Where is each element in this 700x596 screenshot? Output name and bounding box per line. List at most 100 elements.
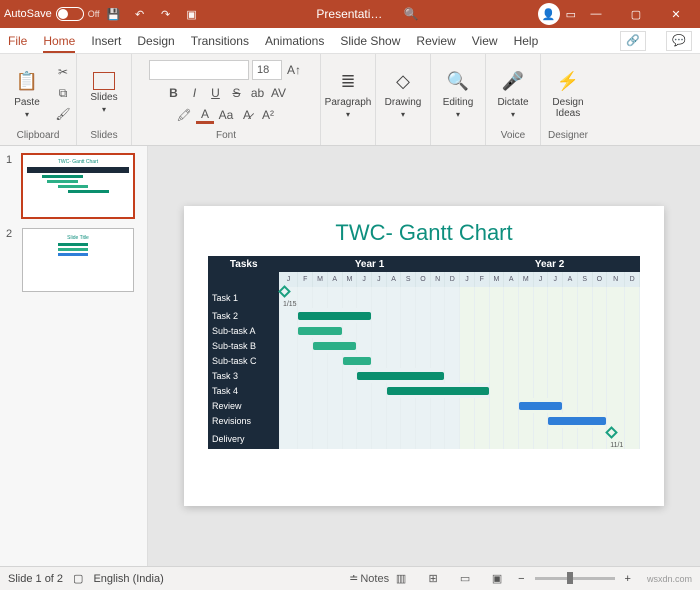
col-year1: Year 1 <box>279 256 459 272</box>
group-editing: 🔍 Editing▾ <box>431 54 486 145</box>
font-color-icon[interactable]: A <box>196 106 214 124</box>
gantt-row-label: Task 2 <box>208 308 279 323</box>
shadow-button[interactable]: ab <box>249 84 267 102</box>
group-label-clipboard: Clipboard <box>4 130 72 141</box>
undo-icon[interactable]: ↶ <box>128 3 152 25</box>
highlight-icon[interactable]: 🖍 <box>175 106 193 124</box>
window-title: Presentati… 🔍 <box>204 7 532 21</box>
gantt-row-label: Delivery <box>208 428 279 449</box>
gantt-row-label: Sub-task A <box>208 323 279 338</box>
reading-view-icon[interactable]: ▭ <box>454 570 476 588</box>
group-drawing: ◇ Drawing▾ <box>376 54 431 145</box>
find-icon: 🔍 <box>444 67 472 95</box>
tab-review[interactable]: Review <box>416 30 455 52</box>
save-icon[interactable]: 💾 <box>102 3 126 25</box>
tab-insert[interactable]: Insert <box>91 30 121 52</box>
slide-title: TWC- Gantt Chart <box>208 220 640 246</box>
font-size-input[interactable] <box>252 60 282 80</box>
tab-transitions[interactable]: Transitions <box>191 30 249 52</box>
shapes-icon: ◇ <box>389 67 417 95</box>
slide-thumb-2[interactable]: Slide Title <box>22 228 134 292</box>
slide-thumbnails: 1 TWC- Gantt Chart 2 Slide Title <box>0 146 148 566</box>
autosave-pill[interactable] <box>56 7 84 21</box>
minimize-button[interactable]: — <box>576 0 616 28</box>
dictate-button[interactable]: 🎤 Dictate▾ <box>490 61 536 125</box>
autosave-toggle[interactable]: AutoSave Off <box>4 7 100 21</box>
group-label-slides: Slides <box>81 130 127 141</box>
paste-button[interactable]: 📋 Paste ▾ <box>4 61 50 125</box>
group-voice: 🎤 Dictate▾ Voice <box>486 54 541 145</box>
paragraph-icon: ≣ <box>334 67 362 95</box>
slide-thumb-1[interactable]: TWC- Gantt Chart <box>22 154 134 218</box>
sorter-view-icon[interactable]: ⊞ <box>422 570 444 588</box>
gantt-row-label: Review <box>208 398 279 413</box>
editing-button[interactable]: 🔍 Editing▾ <box>435 61 481 125</box>
normal-view-icon[interactable]: ▥ <box>390 570 412 588</box>
cut-icon[interactable]: ✂ <box>54 63 72 81</box>
account-icon[interactable]: 👤 <box>538 3 560 25</box>
slideshow-view-icon[interactable]: ▣ <box>486 570 508 588</box>
ribbon: 📋 Paste ▾ ✂ ⧉ 🖌 Clipboard Slides ▾ Slide… <box>0 54 700 146</box>
clear-format-icon[interactable]: A̷ <box>238 106 256 124</box>
redo-icon[interactable]: ↷ <box>154 3 178 25</box>
tab-file[interactable]: File <box>8 30 27 52</box>
underline-button[interactable]: U <box>207 84 225 102</box>
autosave-state: Off <box>88 9 100 19</box>
format-painter-icon[interactable]: 🖌 <box>54 105 72 123</box>
start-slideshow-icon[interactable]: ▣ <box>180 3 204 25</box>
tab-help[interactable]: Help <box>514 30 539 52</box>
ribbon-display-icon[interactable]: ▭ <box>566 8 576 21</box>
mic-icon: 🎤 <box>499 67 527 95</box>
change-case-icon[interactable]: Aa <box>217 106 235 124</box>
notes-button[interactable]: ≐Notes <box>358 570 380 588</box>
tab-slideshow[interactable]: Slide Show <box>340 30 400 52</box>
maximize-button[interactable]: ▢ <box>616 0 656 28</box>
accessibility-icon[interactable]: ▢ <box>73 572 83 585</box>
strike-button[interactable]: S <box>228 84 246 102</box>
tab-home[interactable]: Home <box>43 30 75 52</box>
italic-button[interactable]: I <box>186 84 204 102</box>
comments-button[interactable]: 💬 <box>666 31 692 51</box>
zoom-out-button[interactable]: − <box>518 573 524 585</box>
grow-font-icon[interactable]: A↑ <box>285 61 303 79</box>
gantt-row-label: Sub-task B <box>208 338 279 353</box>
thumb-number-1: 1 <box>6 154 18 218</box>
tab-view[interactable]: View <box>472 30 498 52</box>
superscript-icon[interactable]: A² <box>259 106 277 124</box>
quick-access-toolbar: AutoSave Off 💾 ↶ ↷ ▣ <box>4 3 204 25</box>
status-bar: Slide 1 of 2 ▢ English (India) ≐Notes ▥ … <box>0 566 700 590</box>
slides-icon <box>93 72 115 90</box>
design-ideas-button[interactable]: ⚡ Design Ideas <box>545 61 591 125</box>
chevron-down-icon: ▾ <box>25 110 29 119</box>
search-icon[interactable]: 🔍 <box>404 7 419 21</box>
zoom-slider[interactable] <box>535 577 615 580</box>
language-status[interactable]: English (India) <box>93 573 163 585</box>
share-button[interactable]: 🔗 <box>620 31 646 51</box>
copy-icon[interactable]: ⧉ <box>54 84 72 102</box>
title-bar: AutoSave Off 💾 ↶ ↷ ▣ Presentati… 🔍 👤 ▭ —… <box>0 0 700 28</box>
tab-design[interactable]: Design <box>137 30 174 52</box>
close-button[interactable]: ✕ <box>656 0 696 28</box>
spacing-icon[interactable]: AV <box>270 84 288 102</box>
design-ideas-icon: ⚡ <box>554 67 582 95</box>
chevron-down-icon: ▾ <box>102 105 106 114</box>
col-tasks: Tasks <box>208 256 279 272</box>
window-controls: — ▢ ✕ <box>576 0 696 28</box>
zoom-in-button[interactable]: + <box>625 573 631 585</box>
slide-canvas[interactable]: TWC- Gantt Chart Tasks Year 1 Year 2 JFM… <box>184 206 664 506</box>
group-label-voice: Voice <box>490 130 536 141</box>
bold-button[interactable]: B <box>165 84 183 102</box>
ribbon-tabs: File Home Insert Design Transitions Anim… <box>0 28 700 54</box>
autosave-label: AutoSave <box>4 8 52 20</box>
watermark: wsxdn.com <box>647 574 692 584</box>
group-font: A↑ B I U S ab AV 🖍 A Aa A̷ A² Font <box>132 54 321 145</box>
tab-animations[interactable]: Animations <box>265 30 324 52</box>
gantt-row-label: Revisions <box>208 413 279 428</box>
font-name-input[interactable] <box>149 60 249 80</box>
drawing-button[interactable]: ◇ Drawing▾ <box>380 61 426 125</box>
paragraph-button[interactable]: ≣ Paragraph▾ <box>325 61 371 125</box>
col-year2: Year 2 <box>460 256 640 272</box>
slide-stage[interactable]: TWC- Gantt Chart Tasks Year 1 Year 2 JFM… <box>148 146 700 566</box>
group-slides: Slides ▾ Slides <box>77 54 132 145</box>
slides-button[interactable]: Slides ▾ <box>81 61 127 125</box>
